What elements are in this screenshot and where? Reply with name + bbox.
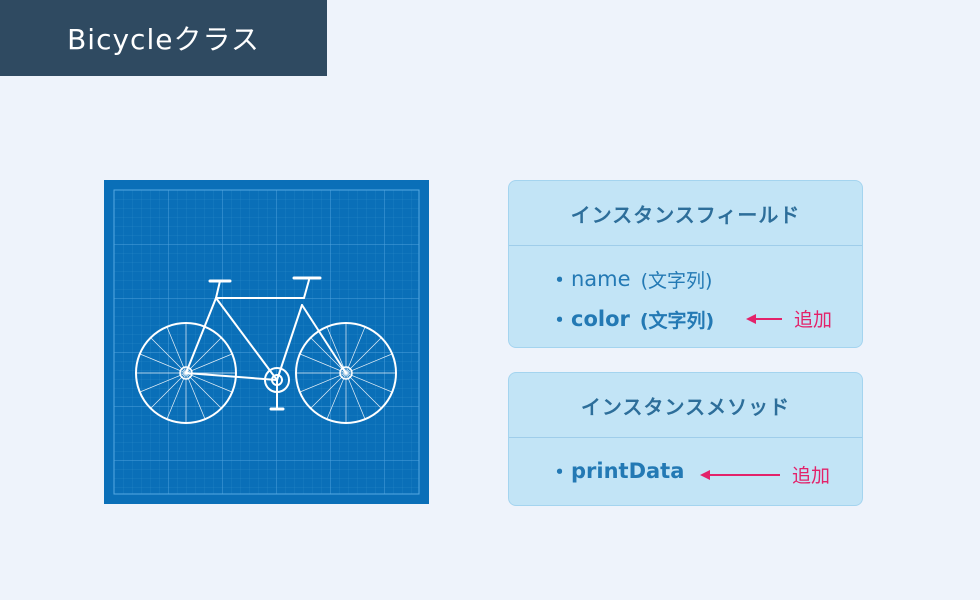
added-annotation-printdata: 追加: [700, 461, 830, 488]
method-name: printData: [571, 459, 685, 483]
field-item-name: ・ name (文字列): [549, 264, 712, 294]
bullet: ・: [549, 268, 570, 292]
field-name: color: [571, 307, 630, 331]
added-label: 追加: [794, 309, 833, 331]
instance-fields-header: インスタンスフィールド: [509, 181, 862, 246]
field-item-color: ・ color (文字列): [549, 304, 714, 334]
added-annotation-color: 追加: [746, 305, 832, 332]
field-name: name: [571, 267, 631, 291]
bicycle-blueprint: [104, 180, 429, 504]
method-item-printdata: ・ printData: [549, 456, 684, 486]
bullet: ・: [549, 308, 570, 332]
left-arrow-icon: [746, 313, 782, 324]
field-type: (文字列): [639, 309, 715, 332]
instance-methods-header: インスタンスメソッド: [509, 373, 862, 438]
class-title: Bicycleクラス: [0, 0, 327, 76]
field-type: (文字列): [640, 269, 713, 292]
left-arrow-icon: [700, 469, 780, 480]
bicycle-blueprint-icon: [104, 180, 429, 504]
bullet: ・: [549, 460, 570, 484]
added-label: 追加: [792, 465, 831, 487]
